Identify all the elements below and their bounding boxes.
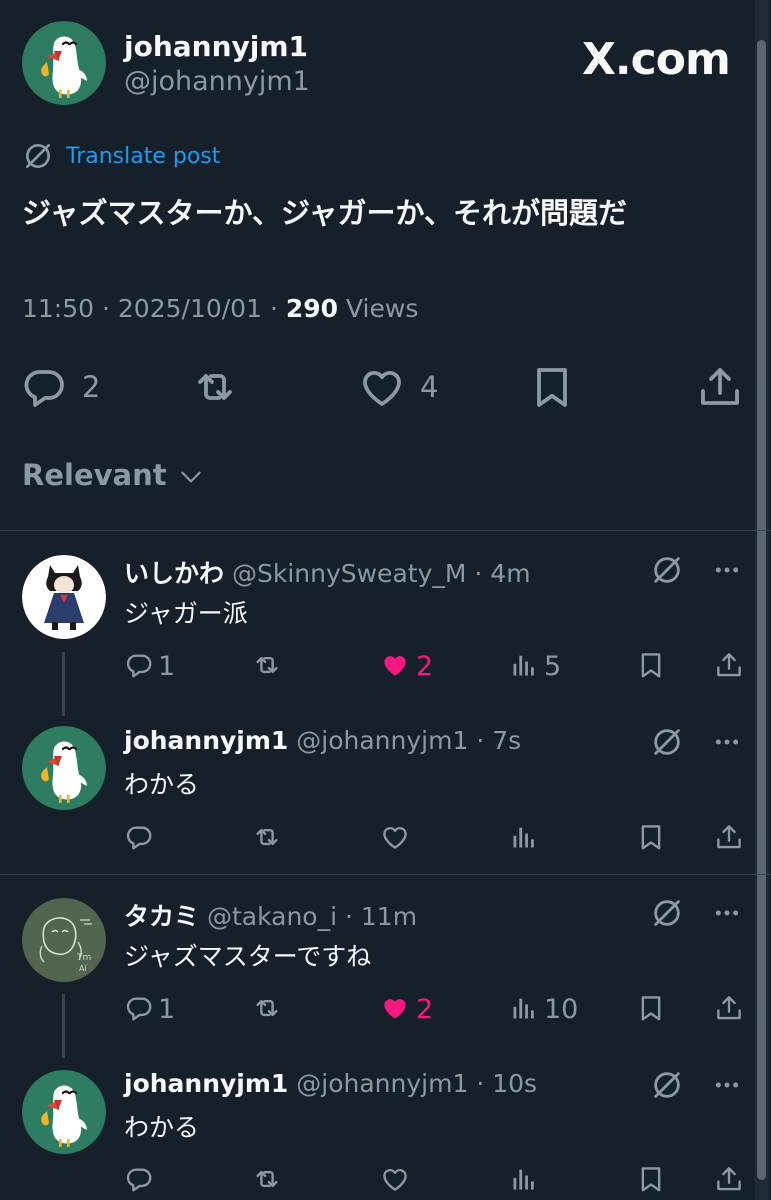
scrollbar-thumb[interactable] [757, 40, 766, 1180]
author-avatar[interactable] [22, 21, 106, 105]
like-icon-filled[interactable] [380, 650, 410, 680]
meta-separator: · [345, 902, 353, 931]
reply-header: タカミ @takano_i · 11m [124, 897, 417, 933]
reply-age[interactable]: 7s [492, 726, 521, 755]
reply-text: ジャガー派 [124, 599, 248, 628]
share-icon[interactable] [696, 363, 744, 411]
retweet-icon[interactable] [250, 822, 284, 852]
reply-avatar[interactable] [22, 1070, 106, 1154]
sort-selector[interactable]: Relevant [22, 458, 167, 492]
reply-avatar[interactable] [22, 726, 106, 810]
reply-icon[interactable] [124, 993, 154, 1023]
xcom-logo: X.com [582, 34, 731, 85]
reply-header: johannyjm1 @johannyjm1 · 10s [124, 1069, 537, 1098]
view-count: 5 [544, 651, 562, 682]
meta-separator: · [102, 294, 110, 323]
xcom-logo-text: X.com [582, 34, 731, 85]
translate-icon[interactable] [650, 1068, 684, 1102]
post-text: ジャズマスターか、ジャガーか、それが問題だ [22, 196, 627, 230]
retweet-icon[interactable] [190, 363, 240, 411]
more-icon[interactable] [710, 557, 744, 583]
reply-icon[interactable] [20, 363, 68, 411]
views-count: 290 [285, 294, 339, 323]
reply-display-name[interactable]: johannyjm1 [124, 726, 288, 755]
bookmark-icon[interactable] [636, 993, 666, 1023]
share-icon[interactable] [714, 822, 744, 852]
like-icon[interactable] [380, 1164, 410, 1194]
post-like-count: 4 [420, 370, 439, 404]
reply-text: ジャズマスターですね [124, 942, 372, 971]
like-count: 2 [416, 994, 434, 1025]
reply-age[interactable]: 11m [361, 902, 417, 931]
reply-icon[interactable] [124, 822, 154, 852]
like-icon[interactable] [358, 363, 406, 411]
author-handle[interactable]: @johannyjm1 [124, 66, 310, 97]
like-count: 2 [416, 651, 434, 682]
bookmark-icon[interactable] [528, 363, 576, 411]
reply-header: johannyjm1 @johannyjm1 · 7s [124, 726, 521, 755]
meta-separator: · [474, 559, 483, 588]
post-time[interactable]: 11:50 [22, 294, 94, 323]
reply-display-name[interactable]: タカミ [124, 902, 199, 931]
reply-avatar[interactable] [22, 555, 106, 639]
reply-icon[interactable] [124, 1164, 154, 1194]
divider [0, 874, 771, 875]
reply-age[interactable]: 10s [492, 1069, 537, 1098]
views-stats-icon[interactable] [510, 650, 538, 680]
translate-icon[interactable] [650, 553, 684, 587]
views-stats-icon[interactable] [510, 993, 538, 1023]
like-icon-filled[interactable] [380, 993, 410, 1023]
share-icon[interactable] [714, 993, 744, 1023]
retweet-icon[interactable] [250, 650, 284, 680]
thread-line [62, 652, 65, 716]
post-date[interactable]: 2025/10/01 [118, 294, 262, 323]
sort-label: Relevant [22, 458, 167, 492]
reply-count: 1 [158, 651, 176, 682]
meta-separator: · [476, 726, 485, 755]
reply-count: 1 [158, 994, 176, 1025]
chevron-down-icon[interactable] [176, 464, 206, 490]
views-stats-icon[interactable] [510, 1164, 538, 1194]
more-icon[interactable] [710, 1072, 744, 1098]
post-meta: 11:50 · 2025/10/01 · 290 Views [22, 294, 418, 323]
reply-text: わかる [124, 1113, 200, 1142]
meta-separator: · [476, 1069, 485, 1098]
views-stats-icon[interactable] [510, 822, 538, 852]
bookmark-icon[interactable] [636, 650, 666, 680]
thread-line [62, 994, 65, 1058]
bookmark-icon[interactable] [636, 1164, 666, 1194]
more-icon[interactable] [710, 900, 744, 926]
retweet-icon[interactable] [250, 993, 284, 1023]
reply-display-name[interactable]: johannyjm1 [124, 1069, 288, 1098]
author-display-name[interactable]: johannyjm1 [124, 30, 308, 63]
translate-post-link[interactable]: Translate post [66, 144, 220, 169]
translate-icon[interactable] [650, 725, 684, 759]
reply-header: いしかわ @SkinnySweaty_M · 4m [124, 554, 531, 590]
reply-icon[interactable] [124, 650, 154, 680]
meta-separator: · [269, 294, 278, 323]
translate-icon[interactable] [22, 140, 54, 172]
views-label: Views [346, 294, 419, 323]
reply-avatar[interactable] [22, 898, 106, 982]
reply-handle[interactable]: @takano_i [207, 902, 337, 931]
like-icon[interactable] [380, 822, 410, 852]
more-icon[interactable] [710, 729, 744, 755]
translate-icon[interactable] [650, 896, 684, 930]
divider [0, 530, 771, 531]
post-reply-count: 2 [82, 370, 101, 404]
share-icon[interactable] [714, 1164, 744, 1194]
reply-handle[interactable]: @johannyjm1 [296, 726, 468, 755]
bookmark-icon[interactable] [636, 822, 666, 852]
reply-handle[interactable]: @johannyjm1 [296, 1069, 468, 1098]
reply-text: わかる [124, 770, 200, 799]
retweet-icon[interactable] [250, 1164, 284, 1194]
share-icon[interactable] [714, 650, 744, 680]
reply-handle[interactable]: @SkinnySweaty_M [232, 559, 466, 588]
view-count: 10 [544, 994, 579, 1025]
reply-age[interactable]: 4m [490, 559, 530, 588]
reply-display-name[interactable]: いしかわ [124, 559, 224, 588]
